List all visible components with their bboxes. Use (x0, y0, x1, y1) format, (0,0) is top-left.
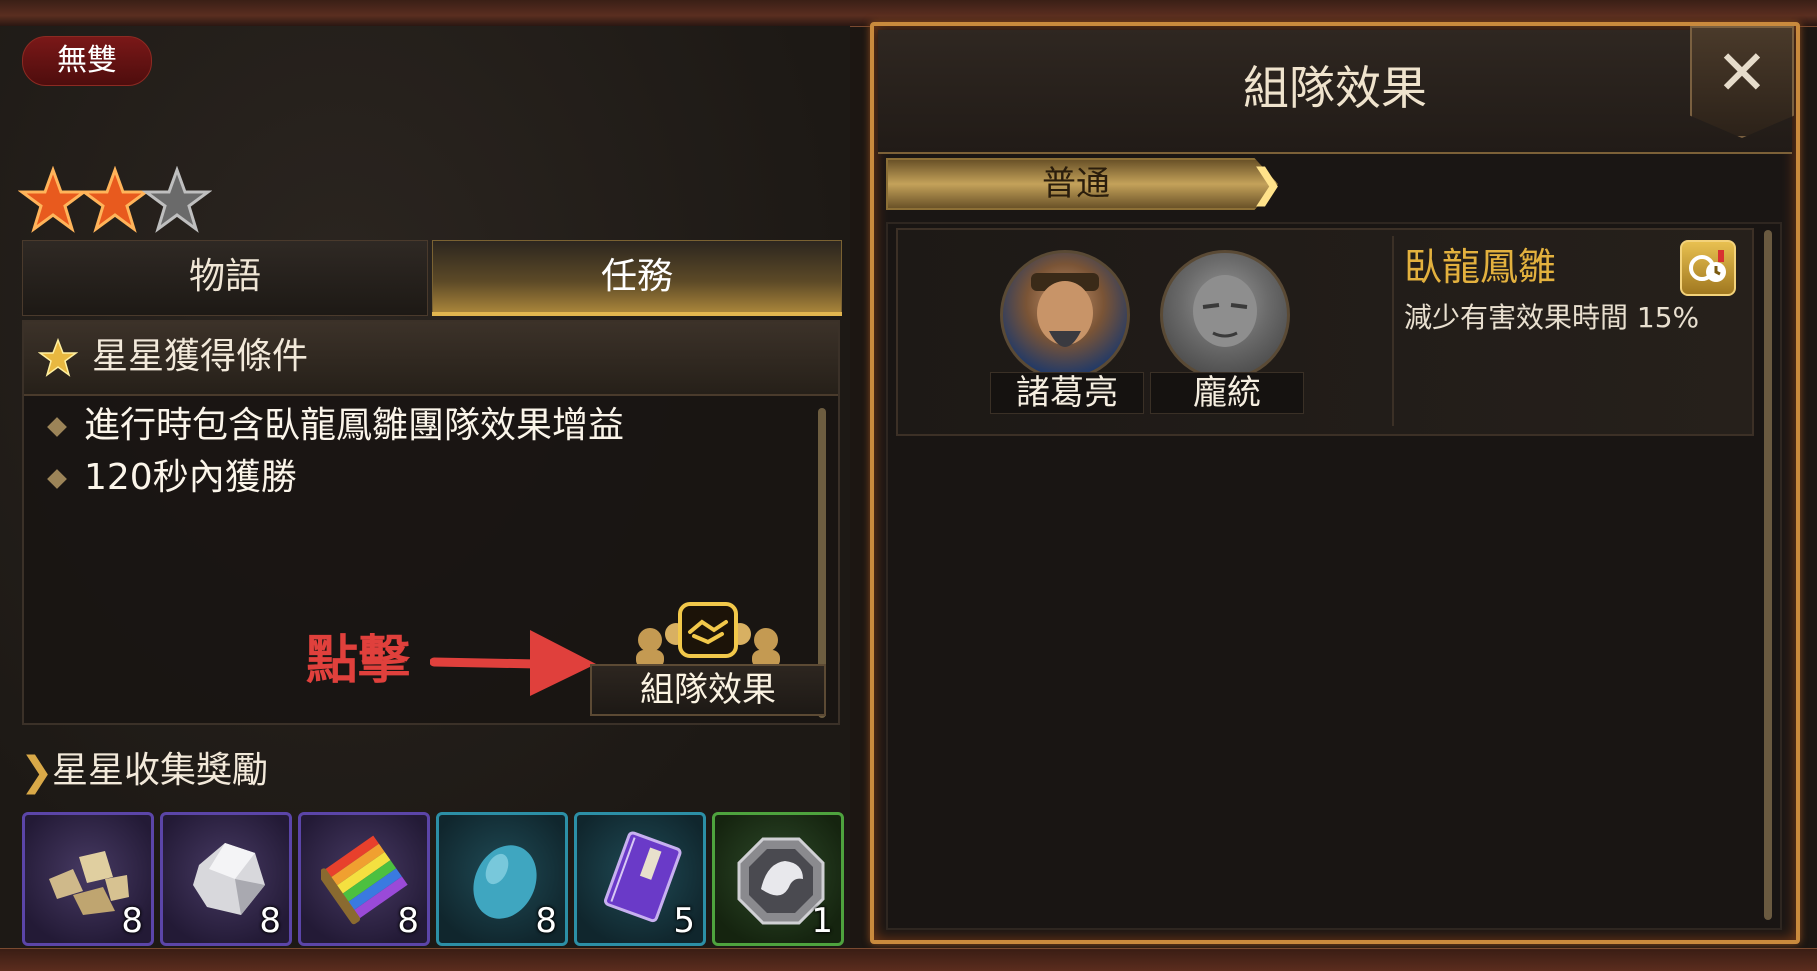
star-empty-icon (142, 166, 212, 233)
effect-time-reduction-icon[interactable] (1680, 240, 1736, 296)
reward-item-beast-emblem[interactable]: 1 (712, 812, 844, 946)
condition-item: 進行時包含臥龍鳳雛團隊效果增益 (84, 405, 625, 446)
star-filled-icon (80, 166, 150, 233)
portrait-icon (1031, 273, 1099, 347)
star-conditions-title: 星星獲得條件 (92, 336, 309, 377)
avatar-pang-tong (1160, 250, 1290, 380)
bottom-ornament-band (0, 948, 1817, 971)
condition-item: 120秒內獲勝 (84, 457, 297, 498)
reward-item-blue-gem[interactable]: 8 (436, 812, 568, 946)
member-name: 諸葛亮 (990, 372, 1144, 414)
close-icon: ✕ (1716, 36, 1768, 109)
entry-divider (1392, 236, 1394, 426)
star-filled-icon (18, 166, 88, 233)
dialog-title: 組隊效果 (1243, 61, 1427, 115)
combo-name: 臥龍鳳雛 (1404, 245, 1557, 289)
item-count: 1 (811, 901, 833, 941)
team-list-scrollbar[interactable] (1764, 230, 1772, 920)
clock-chain-icon (1689, 250, 1726, 282)
avatar-zhuge-liang (1000, 250, 1130, 380)
item-count: 8 (259, 901, 281, 941)
item-count: 8 (535, 901, 557, 941)
portrait-icon (1193, 275, 1257, 347)
chevron-right-icon: ❯ (20, 749, 54, 795)
member-name: 龐統 (1150, 372, 1304, 414)
close-button[interactable]: ✕ (1690, 26, 1794, 138)
chevron-right-icon: ❯ (1250, 161, 1284, 207)
team-effect-button[interactable]: 組隊效果 (590, 664, 826, 716)
team-handshake-icon[interactable] (620, 600, 796, 668)
item-count: 8 (397, 901, 419, 941)
star-icon (38, 338, 78, 377)
tab-task[interactable]: 任務 (432, 240, 842, 316)
musou-badge: 無雙 (22, 36, 152, 86)
star-rewards-title: 星星收集獎勵 (52, 750, 269, 791)
item-count: 8 (121, 901, 143, 941)
click-annotation-label: 點擊 (306, 631, 411, 691)
tab-story[interactable]: 物語 (22, 240, 428, 316)
filter-tab-label: 普通 (1042, 164, 1110, 204)
active-tab-indicator (432, 312, 842, 316)
reward-item-silver-ore[interactable]: 8 (160, 812, 292, 946)
reward-item-purple-book[interactable]: 5 (574, 812, 706, 946)
reward-item-gold-ore[interactable]: 8 (22, 812, 154, 946)
item-count: 5 (673, 901, 695, 941)
reward-item-rainbow-fabric[interactable]: 8 (298, 812, 430, 946)
combo-effect-description: 減少有害效果時間 15% (1404, 301, 1700, 334)
arrow-right-icon (430, 630, 596, 696)
